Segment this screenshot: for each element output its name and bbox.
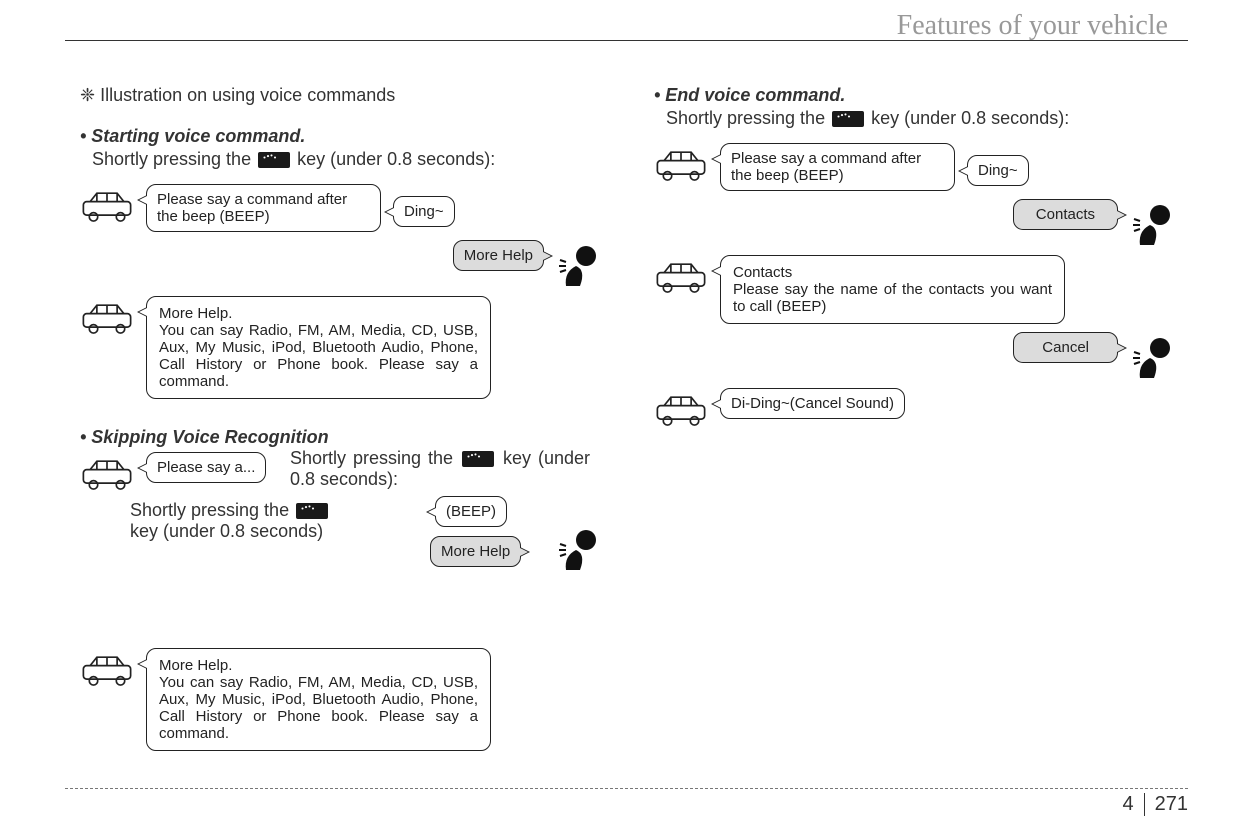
speaking-head-icon xyxy=(1130,332,1178,380)
button-cancel: Cancel xyxy=(1013,332,1118,363)
page-footer: 4 271 xyxy=(65,788,1188,816)
page-columns: ❈ Illustration on using voice commands •… xyxy=(80,85,1178,759)
end-row-cancel-sound: Di-Ding~(Cancel Sound) xyxy=(654,388,1178,426)
skip-row-2: More Help. You can say Radio, FM, AM, Me… xyxy=(80,648,604,751)
bubble-cancel-sound: Di-Ding~(Cancel Sound) xyxy=(720,388,905,419)
sub-start: Shortly pressing the key (under 0.8 seco… xyxy=(92,149,604,170)
button-more-help-skip: More Help xyxy=(430,536,521,567)
car-icon xyxy=(80,300,134,334)
heading-skip: • Skipping Voice Recognition xyxy=(80,427,604,448)
car-icon xyxy=(80,652,134,686)
bubble-end-contacts-detail: Contacts Please say the name of the cont… xyxy=(720,255,1065,324)
car-icon xyxy=(80,456,134,490)
chapter-number: 4 xyxy=(1123,793,1134,816)
bubble-start-detail-body: You can say Radio, FM, AM, Media, CD, US… xyxy=(159,322,478,390)
start-row-1: Please say a command after the beep (BEE… xyxy=(80,184,604,232)
end-row-1: Please say a command after the beep (BEE… xyxy=(654,143,1178,191)
speaking-head-icon xyxy=(1130,199,1178,247)
skip-text2-pre: Shortly pressing the xyxy=(130,500,294,520)
bubble-ding-start: Ding~ xyxy=(393,196,455,227)
heading-start: • Starting voice command. xyxy=(80,126,604,147)
car-icon xyxy=(80,188,134,222)
end-row-cancel: Cancel xyxy=(654,332,1178,380)
bubble-start-detail-title: More Help. xyxy=(159,305,232,322)
skip-text2-post: key (under 0.8 seconds) xyxy=(130,521,323,541)
bubble-skip-detail-body: You can say Radio, FM, AM, Media, CD, US… xyxy=(159,674,478,742)
bubble-please-say: Please say a... xyxy=(146,452,266,483)
page-header-title: Features of your vehicle xyxy=(897,10,1168,42)
voice-key-icon xyxy=(296,503,328,519)
skip-text-1: Shortly pressing the key (under 0.8 seco… xyxy=(290,448,590,490)
skip-text-2: Shortly pressing the key (under 0.8 seco… xyxy=(130,500,390,542)
sub-end: Shortly pressing the key (under 0.8 seco… xyxy=(666,108,1178,129)
car-icon xyxy=(654,392,708,426)
bubble-end-detail-title: Contacts xyxy=(733,264,792,281)
header-rule xyxy=(65,40,1188,41)
bubble-end-prompt: Please say a command after the beep (BEE… xyxy=(720,143,955,191)
car-icon xyxy=(654,259,708,293)
bubble-ding-end: Ding~ xyxy=(967,155,1029,186)
skip-text1-pre: Shortly pressing the xyxy=(290,448,460,468)
car-icon xyxy=(654,147,708,181)
speaking-head-icon xyxy=(556,524,604,572)
heading-end: • End voice command. xyxy=(654,85,1178,106)
bubble-start-morehelp-detail: More Help. You can say Radio, FM, AM, Me… xyxy=(146,296,491,399)
bubble-skip-morehelp-detail: More Help. You can say Radio, FM, AM, Me… xyxy=(146,648,491,751)
start-row-2: More Help. You can say Radio, FM, AM, Me… xyxy=(80,296,604,399)
left-column: ❈ Illustration on using voice commands •… xyxy=(80,85,604,759)
start-row-morehelp: More Help xyxy=(80,240,604,288)
speaking-head-icon xyxy=(556,240,604,288)
button-contacts: Contacts xyxy=(1013,199,1118,230)
voice-key-icon xyxy=(258,152,290,168)
end-row-contacts: Contacts xyxy=(654,199,1178,247)
end-row-2: Contacts Please say the name of the cont… xyxy=(654,255,1178,324)
bubble-skip-detail-title: More Help. xyxy=(159,657,232,674)
bubble-beep: (BEEP) xyxy=(435,496,507,527)
page-number: 271 xyxy=(1144,793,1188,816)
bubble-start-prompt: Please say a command after the beep (BEE… xyxy=(146,184,381,232)
intro-text: ❈ Illustration on using voice commands xyxy=(80,85,604,106)
voice-key-icon xyxy=(832,111,864,127)
skip-block: Please say a... Shortly pressing the key… xyxy=(80,452,604,648)
right-column: • End voice command. Shortly pressing th… xyxy=(654,85,1178,759)
button-more-help-start: More Help xyxy=(453,240,544,271)
bubble-end-detail-body: Please say the name of the contacts you … xyxy=(733,281,1052,315)
voice-key-icon xyxy=(462,451,494,467)
